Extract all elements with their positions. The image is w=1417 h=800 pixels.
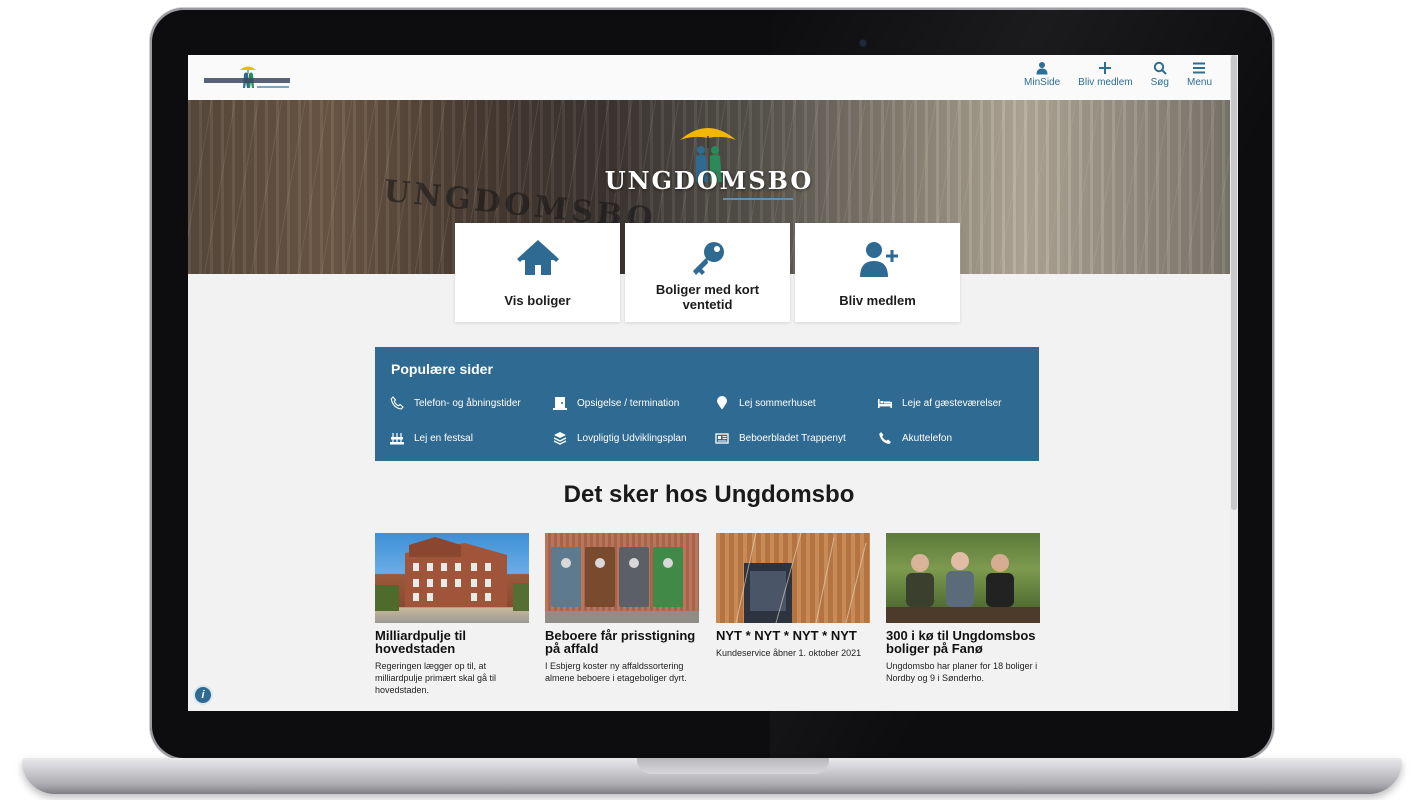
- user-icon: [1036, 62, 1048, 75]
- news-image-office-entrance: [716, 533, 870, 623]
- news-title: 300 i kø til Ungdomsbos boliger på Fanø: [886, 628, 1036, 656]
- news-title: Milliardpulje til hovedstaden: [375, 628, 467, 656]
- link-sommerhuset-label: Lej sommerhuset: [739, 397, 816, 409]
- link-udviklingsplan[interactable]: Lovpligtig Udviklingsplan: [553, 431, 687, 445]
- laptop-notch: [637, 758, 829, 774]
- card-vis-boliger-label: Vis boliger: [504, 292, 571, 308]
- news-item-affald[interactable]: Beboere får prisstigning på affald I Esb…: [545, 533, 699, 684]
- link-festsal[interactable]: Lej en festsal: [390, 431, 473, 445]
- nav-minside[interactable]: MinSide: [1024, 61, 1060, 89]
- link-udviklingsplan-label: Lovpligtig Udviklingsplan: [577, 432, 687, 444]
- info-icon[interactable]: i: [195, 687, 211, 703]
- news-item-milliardpulje[interactable]: Milliardpulje til hovedstaden Regeringen…: [375, 533, 529, 696]
- news-item-fanoe[interactable]: 300 i kø til Ungdomsbos boliger på Fanø …: [886, 533, 1040, 684]
- phone-icon: [879, 432, 891, 444]
- phone-outline-icon: [390, 396, 404, 410]
- link-akuttelefon-label: Akuttelefon: [902, 432, 953, 444]
- nav-search[interactable]: Søg: [1151, 61, 1169, 89]
- browser-viewport: MinSide Bliv medlem Søg Menu UNGDOMSBO U…: [188, 55, 1238, 711]
- news-text: Kundeservice åbner 1. oktober 2021: [716, 648, 862, 658]
- card-kort-ventetid-label: Boliger med kort ventetid: [655, 282, 760, 312]
- link-akuttelefon[interactable]: Akuttelefon: [878, 431, 952, 445]
- layers-icon: [553, 432, 567, 445]
- news-item-nyt[interactable]: NYT * NYT * NYT * NYT Kundeservice åbner…: [716, 533, 870, 659]
- user-plus-icon: [859, 242, 898, 277]
- card-kort-ventetid[interactable]: Boliger med kort ventetid: [625, 223, 790, 322]
- quick-links: Vis boliger Boliger med kort ventetid Bl…: [455, 223, 960, 322]
- news-title: NYT * NYT * NYT * NYT: [716, 628, 857, 643]
- hero-title: UNGDOMSBO: [604, 166, 814, 195]
- link-sommerhuset[interactable]: Lej sommerhuset: [715, 396, 816, 410]
- key-icon: [692, 242, 724, 275]
- link-trappenyt[interactable]: Beboerbladet Trappenyt: [715, 431, 846, 445]
- newspaper-icon: [715, 433, 729, 444]
- link-gaestevaerelser-label: Leje af gæsteværelser: [902, 397, 1002, 409]
- link-telefon-label: Telefon- og åbningstider: [414, 397, 521, 409]
- party-hall-icon: [390, 433, 404, 445]
- news-image-three-men: [886, 533, 1040, 623]
- map-pin-icon: [717, 396, 727, 410]
- door-exit-icon: [553, 397, 567, 410]
- link-telefon-aabningstider[interactable]: Telefon- og åbningstider: [390, 396, 521, 410]
- nav-bliv-medlem-label: Bliv medlem: [1078, 77, 1133, 88]
- card-bliv-medlem[interactable]: Bliv medlem: [795, 223, 960, 322]
- news-text: Regeringen lægger op til, at milliardpul…: [375, 661, 497, 695]
- ungdomsbo-logo[interactable]: [202, 62, 292, 94]
- link-opsigelse-label: Opsigelse / termination: [577, 397, 680, 409]
- news-text: Ungdomsbo har planer for 18 boliger i No…: [886, 661, 1038, 683]
- scrollbar[interactable]: [1230, 55, 1238, 711]
- news-image-waste-bins: [545, 533, 699, 623]
- nav-menu[interactable]: Menu: [1187, 61, 1212, 89]
- popular-pages-panel: Populære sider Telefon- og åbningstider …: [375, 347, 1039, 461]
- nav-search-label: Søg: [1150, 77, 1169, 88]
- ungdomsbo-hero-logo: [680, 128, 793, 200]
- link-trappenyt-label: Beboerbladet Trappenyt: [739, 432, 846, 444]
- laptop-base: [22, 758, 1402, 794]
- news-text: I Esbjerg koster ny affaldssortering alm…: [545, 661, 687, 683]
- nav-bliv-medlem[interactable]: Bliv medlem: [1078, 61, 1133, 89]
- site-header: MinSide Bliv medlem Søg Menu: [188, 55, 1230, 100]
- nav-minside-label: MinSide: [1024, 77, 1061, 88]
- nav-menu-label: Menu: [1186, 77, 1212, 88]
- news-title: Beboere får prisstigning på affald: [545, 628, 696, 656]
- plus-icon: [1099, 62, 1112, 74]
- news-heading: Det sker hos Ungdomsbo: [563, 481, 855, 508]
- main-nav: MinSide Bliv medlem Søg Menu: [1006, 61, 1212, 89]
- house-icon: [516, 240, 559, 275]
- menu-icon: [1193, 62, 1206, 74]
- link-opsigelse[interactable]: Opsigelse / termination: [553, 396, 679, 410]
- scrollbar-thumb[interactable]: [1231, 55, 1237, 510]
- card-vis-boliger[interactable]: Vis boliger: [455, 223, 620, 322]
- card-bliv-medlem-label: Bliv medlem: [839, 292, 916, 308]
- bed-icon: [878, 399, 892, 408]
- search-icon: [1153, 61, 1167, 75]
- link-gaestevaerelser[interactable]: Leje af gæsteværelser: [878, 396, 1002, 410]
- camera-icon: [860, 40, 866, 46]
- popular-pages-title: Populære sider: [391, 361, 493, 377]
- news-image-brick-building: [375, 533, 529, 623]
- link-festsal-label: Lej en festsal: [414, 432, 473, 444]
